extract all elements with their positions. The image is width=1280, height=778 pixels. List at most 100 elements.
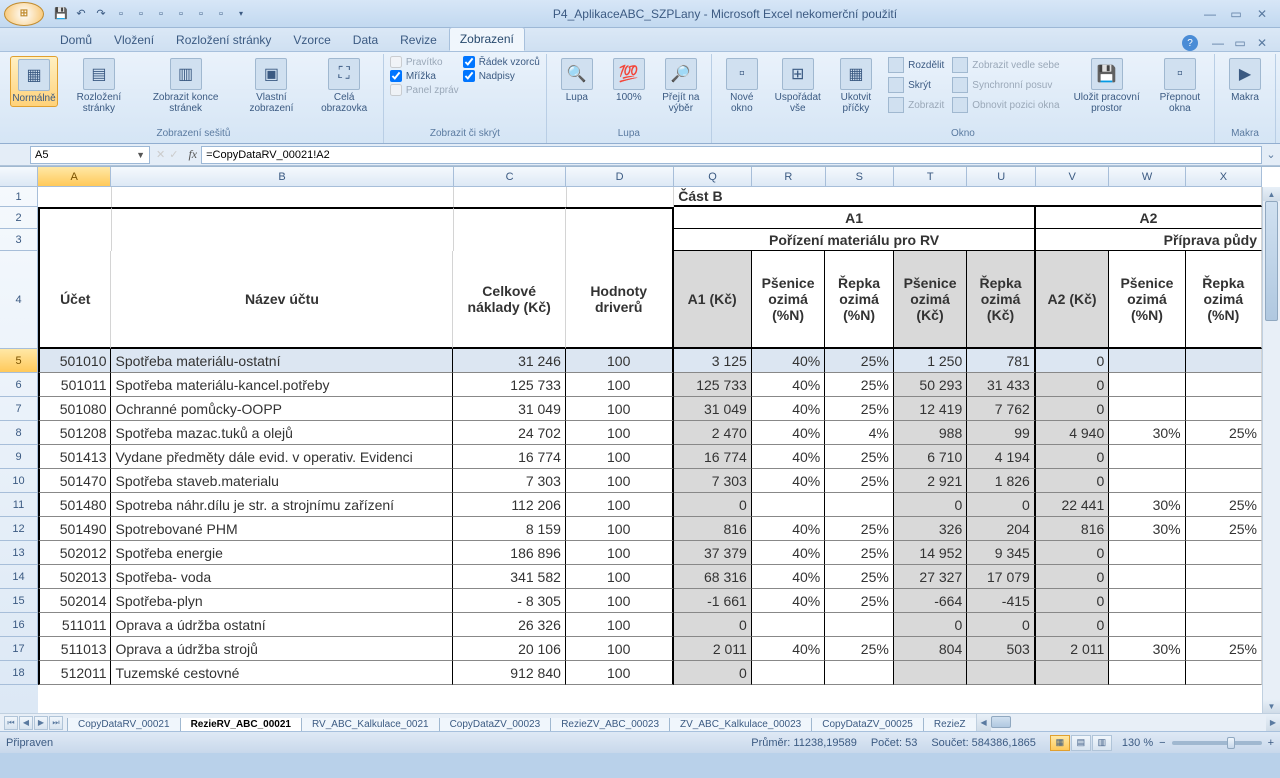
row-header[interactable]: 10 [0,469,38,493]
formula-input[interactable]: =CopyDataRV_00021!A2 [201,146,1262,164]
sheet-tab[interactable]: CopyDataRV_00021 [67,718,181,731]
cell[interactable]: Tuzemské cestovné [111,661,453,685]
cell[interactable]: 27 327 [894,565,967,589]
tab-pagelayout[interactable]: Rozložení stránky [166,29,281,51]
cell[interactable]: 501480 [38,493,111,517]
horizontal-scrollbar[interactable]: ◀ ▶ [976,714,1280,731]
qat-icon[interactable]: ▫ [132,5,150,23]
vertical-scrollbar[interactable]: ▲ ▼ [1262,187,1280,713]
last-sheet-icon[interactable]: ⏭ [49,716,63,730]
name-box[interactable]: A5▼ [30,146,150,164]
column-header[interactable]: R [752,167,825,187]
cell[interactable]: 501080 [38,397,111,421]
zoom100-button[interactable]: 💯100% [605,56,653,105]
cell[interactable]: 511011 [38,613,111,637]
row-header[interactable]: 15 [0,589,38,613]
cell[interactable]: 4 940 [1036,421,1109,445]
formulabar-checkbox[interactable]: Řádek vzorců [463,56,540,68]
cell[interactable]: 40% [752,517,825,541]
scroll-right-icon[interactable]: ▶ [1266,714,1280,731]
cell[interactable]: 40% [752,565,825,589]
restore-icon[interactable]: ▭ [1226,6,1246,22]
row-header[interactable]: 2 [0,207,38,229]
cell[interactable]: 31 246 [453,349,565,373]
cell[interactable]: 100 [566,517,674,541]
cell[interactable] [1186,541,1262,565]
cell[interactable]: 25% [825,445,894,469]
sheet-tab[interactable]: CopyDataZV_00025 [811,718,924,731]
cell[interactable]: Vydane předměty dále evid. v operativ. E… [111,445,453,469]
cell[interactable]: 501470 [38,469,111,493]
view-fullscreen-button[interactable]: ⛶Celá obrazovka [311,56,376,116]
cell[interactable]: 125 733 [453,373,565,397]
cell[interactable]: 16 774 [674,445,752,469]
prev-sheet-icon[interactable]: ◀ [19,716,33,730]
cell[interactable]: 40% [752,469,825,493]
cell[interactable] [566,207,674,229]
cell[interactable] [454,229,567,251]
cell[interactable]: 125 733 [674,373,752,397]
zoom-in-icon[interactable]: + [1268,737,1274,749]
cell[interactable]: Část B [674,187,1262,207]
cell[interactable]: 0 [1036,541,1109,565]
column-header[interactable]: W [1109,167,1185,187]
cell[interactable]: 25% [825,349,894,373]
cell[interactable]: 0 [674,613,752,637]
cell[interactable]: 100 [566,493,674,517]
expand-formula-icon[interactable]: ⌄ [1262,148,1280,161]
cell[interactable]: 0 [1036,469,1109,493]
zoom-selection-button[interactable]: 🔎Přejít na výběr [657,56,705,116]
cell[interactable]: Název účtu [111,251,453,349]
cell[interactable]: 2 011 [1036,637,1109,661]
cell[interactable]: 30% [1109,517,1185,541]
cell[interactable]: Spotreba náhr.dílu je str. a strojnímu z… [111,493,453,517]
cell[interactable]: 30% [1109,637,1185,661]
cell[interactable]: Spotřeba materiálu-kancel.potřeby [111,373,453,397]
cell[interactable]: 7 303 [674,469,752,493]
cell[interactable]: 25% [825,373,894,397]
cell[interactable] [967,661,1036,685]
cell[interactable] [112,207,454,229]
cell[interactable] [752,493,825,517]
switchwindow-button[interactable]: ▫Přepnout okna [1152,56,1208,116]
cell[interactable]: 0 [674,661,752,685]
cell[interactable]: 8 159 [453,517,565,541]
cell[interactable]: 0 [1036,589,1109,613]
cell[interactable]: Spotřeba-plyn [111,589,453,613]
split-button[interactable]: Rozdělit [886,56,946,74]
cell[interactable]: 100 [566,637,674,661]
tab-formulas[interactable]: Vzorce [283,29,340,51]
cell[interactable]: 25% [1186,517,1262,541]
saveworkspace-button[interactable]: 💾Uložit pracovní prostor [1066,56,1148,116]
cell[interactable]: 20 106 [453,637,565,661]
minimize-icon[interactable]: — [1200,6,1220,22]
cell[interactable]: 40% [752,421,825,445]
office-button[interactable]: ⊞ [4,2,44,26]
cell[interactable]: 100 [566,613,674,637]
column-header[interactable]: C [454,167,567,187]
first-sheet-icon[interactable]: ⏮ [4,716,18,730]
cell[interactable]: 9 345 [967,541,1036,565]
scroll-left-icon[interactable]: ◀ [977,714,991,731]
view-pagelayout-button[interactable]: ▤Rozložení stránky [62,56,136,116]
row-header[interactable]: 9 [0,445,38,469]
cell[interactable]: Oprava a údržba strojů [111,637,453,661]
normal-view-icon[interactable]: ▦ [1050,735,1070,751]
cell[interactable]: 341 582 [453,565,565,589]
cell[interactable]: 99 [967,421,1036,445]
tab-review[interactable]: Revize [390,29,447,51]
cell[interactable]: 40% [752,349,825,373]
cell[interactable] [1109,589,1185,613]
cell[interactable]: 30% [1109,493,1185,517]
freeze-button[interactable]: ▦Ukotvit příčky [830,56,883,116]
cell[interactable]: 0 [1036,397,1109,421]
cell[interactable]: Spotrebované PHM [111,517,453,541]
cell[interactable]: Řepka ozimá (Kč) [967,251,1036,349]
cell[interactable]: 912 840 [453,661,565,685]
close-icon[interactable]: ✕ [1252,6,1272,22]
cell[interactable]: 25% [825,589,894,613]
cell[interactable]: 100 [566,445,674,469]
cell[interactable] [1109,373,1185,397]
cell[interactable]: 12 419 [894,397,967,421]
cell[interactable]: 804 [894,637,967,661]
